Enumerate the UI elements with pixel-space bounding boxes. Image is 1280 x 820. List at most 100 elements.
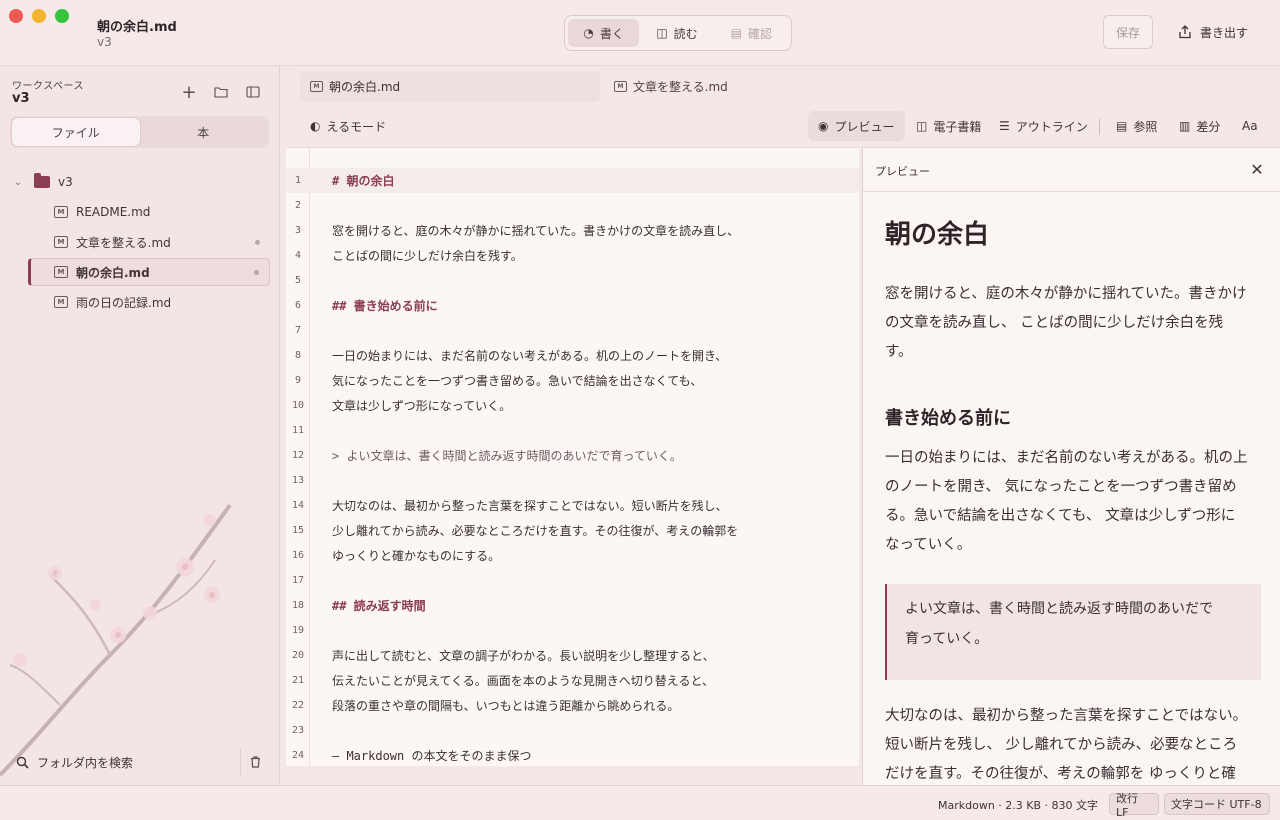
encoding-button[interactable]: 文字コード UTF-8	[1164, 793, 1270, 815]
line-number: 3	[294, 225, 302, 236]
close-preview-button[interactable]: ✕	[1247, 159, 1267, 179]
preview-heading-2: 書き始める前に	[885, 408, 1011, 429]
file-info: Markdown · 2.3 KB · 830 文字	[938, 799, 1099, 812]
mode-toggle-button[interactable]: ◐ えるモード	[310, 115, 386, 137]
line-number: 22	[291, 700, 305, 711]
editor-line[interactable]: 7	[286, 318, 859, 343]
markdown-file-icon: M	[54, 296, 68, 308]
editor-line[interactable]: 4 ことばの間に少しだけ余白を残す。	[286, 243, 859, 268]
diff-button[interactable]: ▥ 差分	[1169, 111, 1230, 141]
open-folder-button[interactable]	[212, 83, 230, 101]
search-placeholder: フォルダ内を検索	[37, 755, 134, 770]
mode-write-button[interactable]: ◔ 書く	[568, 19, 640, 47]
line-number: 4	[294, 250, 302, 261]
status-bar: Markdown · 2.3 KB · 830 文字 改行 LF 文字コード U…	[0, 785, 1280, 820]
document-icon: ▤	[1116, 119, 1128, 133]
editor-toolbar: ◐ えるモード ◉ プレビュー ◫ 電子書籍 ☰ アウトライン ▤ 参照 ▥ 差…	[286, 110, 1280, 144]
editor-line[interactable]: 5	[286, 268, 859, 293]
editor-line[interactable]: 13	[286, 468, 859, 493]
line-text: 気になったことを一つずつ書き留める。急いで結論を出さなくても、	[332, 374, 703, 388]
pen-icon: ◔	[583, 26, 594, 40]
window-minimize-button[interactable]	[32, 9, 46, 23]
file-item-asa-no-yohaku[interactable]: M 朝の余白.md	[28, 258, 270, 286]
editor-line[interactable]: 11	[286, 418, 859, 443]
editor-line[interactable]: 23	[286, 718, 859, 743]
file-item-bunsho[interactable]: M 文章を整える.md	[28, 228, 270, 256]
preview-line: 大切なのは、最初から整った言葉を探すことではない。	[885, 708, 1248, 724]
workspace-label: ワークスペース	[12, 81, 84, 92]
reference-button[interactable]: ▤ 参照	[1106, 111, 1167, 141]
window-maximize-button[interactable]	[55, 9, 69, 23]
mode-review-label: 確認	[748, 26, 773, 41]
editor-line[interactable]: 17	[286, 568, 859, 593]
preview-line: す。	[885, 344, 913, 360]
document-subtitle: v3	[97, 35, 112, 49]
line-number: 12	[291, 450, 305, 461]
document-title: 朝の余白.md	[97, 20, 177, 35]
new-file-button[interactable]: +	[180, 82, 198, 103]
editor-line[interactable]: 6 ## 書き始める前に	[286, 293, 859, 318]
mode-label: えるモード	[326, 119, 387, 134]
editor-line[interactable]: 24 — Markdown の本文をそのまま保つ	[286, 743, 859, 766]
markdown-file-icon: M	[310, 81, 323, 92]
line-text: 窓を開けると、庭の木々が静かに揺れていた。書きかけの文章を読み直し、	[332, 224, 740, 238]
outline-button[interactable]: ☰ アウトライン	[989, 111, 1098, 141]
font-settings-button[interactable]: Aa	[1232, 111, 1268, 141]
editor-line[interactable]: 15 少し離れてから読み、必要なところだけを直す。その往復が、考えの輪郭を	[286, 518, 859, 543]
save-button[interactable]: 保存	[1103, 15, 1153, 49]
line-number: 19	[291, 625, 305, 636]
line-number: 24	[291, 750, 305, 761]
file-item-ame-no-hi[interactable]: M 雨の日の記録.md	[28, 288, 270, 316]
mode-review-button[interactable]: ▤ 確認	[715, 19, 788, 47]
file-name: 文章を整える.md	[76, 235, 171, 250]
editor-line[interactable]: 21 伝えたいことが見えてくる。画面を本のような見開きへ切り替えると、	[286, 668, 859, 693]
line-text: ことばの間に少しだけ余白を残す。	[332, 249, 523, 263]
editor-line[interactable]: 19	[286, 618, 859, 643]
close-icon: ✕	[1250, 159, 1264, 179]
line-ending-button[interactable]: 改行 LF	[1109, 792, 1159, 819]
export-button[interactable]: 書き出す	[1172, 15, 1262, 49]
delete-button[interactable]	[240, 748, 270, 776]
markdown-editor[interactable]: 1 # 朝の余白 2 3 窓を開けると、庭の木々が静かに揺れていた。書きかけの文章を読み…	[286, 147, 859, 766]
line-number: 8	[294, 350, 302, 361]
line-number: 1	[294, 175, 302, 186]
toggle-sidebar-button[interactable]	[244, 83, 262, 101]
editor-line[interactable]: 9 気になったことを一つずつ書き留める。急いで結論を出さなくても、	[286, 368, 859, 393]
ebook-button[interactable]: ◫ 電子書籍	[906, 111, 991, 141]
trash-icon	[251, 756, 260, 768]
file-tab-active[interactable]: M 朝の余白.md	[300, 71, 600, 102]
editor-line[interactable]: 3 窓を開けると、庭の木々が静かに揺れていた。書きかけの文章を読み直し、	[286, 218, 859, 243]
folder-search-input[interactable]: フォルダ内を検索	[10, 748, 234, 776]
editor-line[interactable]: 1 # 朝の余白	[286, 168, 859, 193]
mode-read-label: 読む	[673, 26, 698, 41]
editor-line[interactable]: 10 文章は少しずつ形になっていく。	[286, 393, 859, 418]
folder-v3[interactable]: ⌄ v3	[14, 168, 264, 196]
editor-line[interactable]: 18 ## 読み返す時間	[286, 593, 859, 618]
markdown-file-icon: M	[54, 266, 68, 278]
line-number: 15	[291, 525, 305, 536]
editor-line[interactable]: 14 大切なのは、最初から整った言葉を探すことではない。短い断片を残し、	[286, 493, 859, 518]
editor-line[interactable]: 22 段落の重さや章の間隔も、いつもとは違う距離から眺められる。	[286, 693, 859, 718]
editor-line[interactable]: 16 ゆっくりと確かなものにする。	[286, 543, 859, 568]
editor-line[interactable]: 2	[286, 193, 859, 218]
line-text: 声に出して読むと、文章の調子がわかる。長い説明を少し整理すると、	[332, 649, 715, 663]
diff-button-label: 差分	[1196, 119, 1221, 134]
mode-read-button[interactable]: ◫ 読む	[641, 19, 712, 47]
check-doc-icon: ▤	[730, 26, 743, 40]
preview-button[interactable]: ◉ プレビュー	[808, 111, 905, 141]
sidebar: ワークスペース v3 + ファイル 本 ⌄ v3 M README.md M 文…	[0, 66, 280, 785]
markdown-file-icon: M	[54, 206, 68, 218]
tab-book[interactable]: 本	[140, 118, 268, 146]
window-close-button[interactable]	[9, 9, 23, 23]
ebook-button-label: 電子書籍	[933, 119, 982, 134]
editor-line[interactable]: 8 一日の始まりには、まだ名前のない考えがある。机の上のノートを開き、	[286, 343, 859, 368]
tab-files[interactable]: ファイル	[12, 118, 140, 146]
line-number: 23	[291, 725, 305, 736]
line-number: 21	[291, 675, 305, 686]
cherry-blossom-decoration	[0, 503, 232, 777]
editor-line[interactable]: 20 声に出して読むと、文章の調子がわかる。長い説明を少し整理すると、	[286, 643, 859, 668]
file-tab[interactable]: M 文章を整える.md	[614, 71, 728, 102]
editor-line[interactable]: 12 > よい文章は、書く時間と読み返す時間のあいだで育っていく。	[286, 443, 859, 468]
file-item-readme[interactable]: M README.md	[28, 198, 270, 226]
preview-line: 窓を開けると、庭の木々が静かに揺れていた。書きかけ	[885, 286, 1247, 302]
